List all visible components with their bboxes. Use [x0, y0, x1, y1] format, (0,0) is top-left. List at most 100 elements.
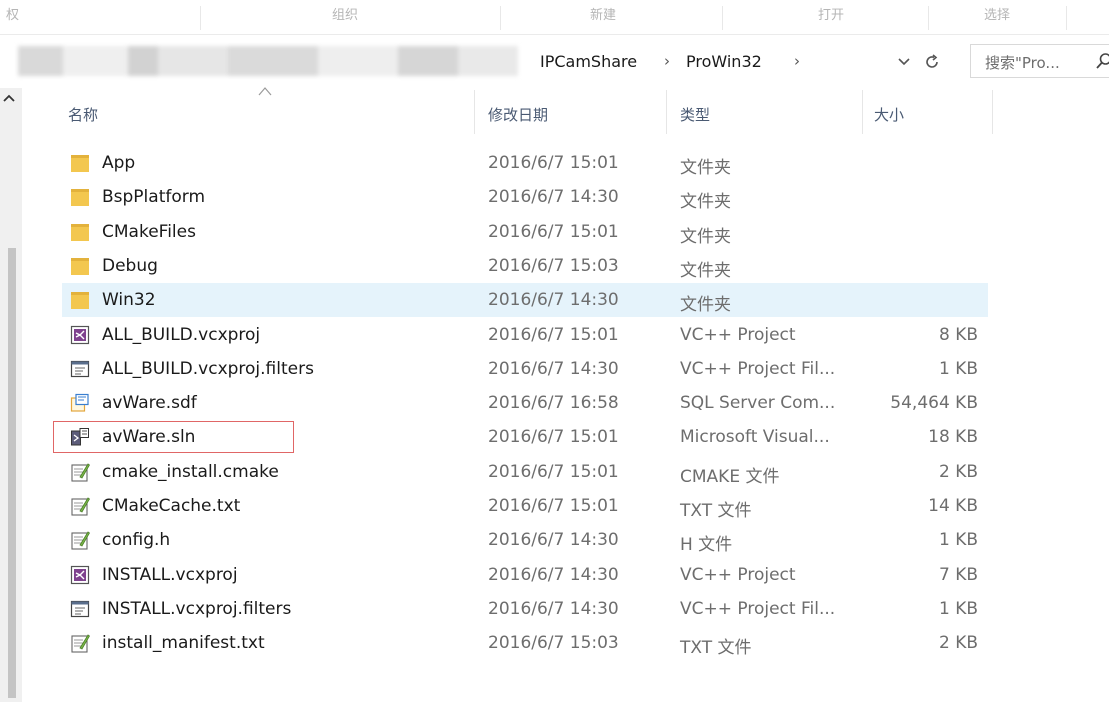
ribbon-divider — [722, 6, 723, 30]
file-name: Debug — [102, 256, 158, 276]
search-box[interactable]: 搜索"Pro... — [970, 44, 1109, 78]
vcxproj-icon — [70, 565, 90, 585]
column-divider[interactable] — [666, 90, 667, 134]
file-row[interactable]: avWare.sdf 2016/6/7 16:58 SQL Server Com..… — [62, 386, 988, 420]
folder-icon — [70, 153, 90, 173]
column-divider[interactable] — [474, 90, 475, 134]
file-date: 2016/6/7 15:01 — [488, 153, 619, 173]
breadcrumb-ipcamshare[interactable]: IPCamShare — [540, 52, 637, 71]
column-divider[interactable] — [992, 90, 993, 134]
file-name: ALL_BUILD.vcxproj.filters — [102, 359, 314, 379]
text-file-icon — [70, 496, 91, 516]
file-type: H 文件 — [680, 535, 733, 555]
text-file-icon — [70, 530, 91, 550]
ribbon-divider — [200, 6, 201, 30]
file-row[interactable]: CMakeCache.txt 2016/6/7 15:01 TXT 文件 14 KB — [62, 489, 988, 523]
column-divider[interactable] — [862, 90, 863, 134]
file-date: 2016/6/7 14:30 — [488, 290, 619, 310]
text-file-icon — [70, 633, 91, 653]
file-row[interactable]: ALL_BUILD.vcxproj 2016/6/7 15:01 VC++ Proj… — [62, 318, 988, 352]
sdf-icon — [70, 393, 90, 413]
sort-ascending-icon — [258, 87, 272, 96]
folder-icon — [70, 222, 90, 242]
file-name: App — [102, 153, 136, 173]
file-row[interactable]: App 2016/6/7 15:01 文件夹 — [62, 146, 988, 180]
file-type: 文件夹 — [680, 261, 731, 281]
file-row[interactable]: install_manifest.txt 2016/6/7 15:03 TXT 文件… — [62, 626, 988, 660]
file-name: CMakeFiles — [102, 222, 196, 242]
file-row[interactable]: BspPlatform 2016/6/7 14:30 文件夹 — [62, 180, 988, 214]
file-size: 14 KB — [928, 496, 978, 516]
folder-icon — [70, 256, 90, 276]
file-name: ALL_BUILD.vcxproj — [102, 325, 261, 345]
file-name: BspPlatform — [102, 187, 206, 207]
file-size: 1 KB — [938, 530, 978, 550]
file-date: 2016/6/7 14:30 — [488, 359, 619, 379]
file-row[interactable]: ALL_BUILD.vcxproj.filters 2016/6/7 14:30 V… — [62, 352, 988, 386]
file-type: VC++ Project — [680, 325, 796, 345]
ribbon-group-open[interactable]: 打开 — [818, 4, 844, 23]
file-size: 1 KB — [938, 599, 978, 619]
column-header-type[interactable]: 类型 — [680, 104, 710, 125]
filters-icon — [70, 359, 90, 379]
file-row[interactable]: config.h 2016/6/7 14:30 H 文件 1 KB — [62, 523, 988, 557]
file-name: Win32 — [102, 290, 156, 310]
file-name: CMakeCache.txt — [102, 496, 241, 516]
file-type: SQL Server Com... — [680, 393, 836, 413]
file-row[interactable]: Debug 2016/6/7 15:03 文件夹 — [62, 249, 988, 283]
file-type: CMAKE 文件 — [680, 467, 780, 487]
scrollbar-thumb[interactable] — [8, 248, 16, 698]
file-date: 2016/6/7 14:30 — [488, 187, 619, 207]
file-date: 2016/6/7 15:01 — [488, 427, 619, 447]
file-row[interactable]: CMakeFiles 2016/6/7 15:01 文件夹 — [62, 215, 988, 249]
file-row[interactable]: Win32 2016/6/7 14:30 文件夹 — [62, 283, 988, 317]
file-size: 1 KB — [938, 359, 978, 379]
search-placeholder[interactable]: 搜索"Pro... — [985, 52, 1060, 73]
ribbon-group-organize[interactable]: 组织 — [332, 4, 358, 23]
file-type: 文件夹 — [680, 158, 731, 178]
column-header-name[interactable]: 名称 — [68, 104, 98, 125]
ribbon-divider — [500, 6, 501, 30]
file-date: 2016/6/7 15:01 — [488, 222, 619, 242]
breadcrumb-chevron-icon[interactable]: › — [664, 52, 670, 70]
scroll-up-arrow-icon[interactable] — [3, 92, 15, 105]
ribbon-group-label[interactable]: 权 — [6, 4, 19, 23]
file-size: 2 KB — [938, 633, 978, 653]
selection-highlight-box — [53, 421, 294, 453]
column-header-size[interactable]: 大小 — [874, 104, 904, 125]
column-header-date[interactable]: 修改日期 — [488, 104, 548, 125]
file-date: 2016/6/7 14:30 — [488, 599, 619, 619]
nav-pane-scrollbar[interactable] — [0, 88, 22, 702]
address-history-dropdown-icon[interactable] — [892, 50, 916, 74]
file-size: 18 KB — [928, 427, 978, 447]
file-date: 2016/6/7 15:03 — [488, 633, 619, 653]
file-date: 2016/6/7 15:01 — [488, 496, 619, 516]
file-type: VC++ Project Fil... — [680, 599, 836, 619]
file-date: 2016/6/7 15:01 — [488, 325, 619, 345]
vcxproj-icon — [70, 325, 90, 345]
address-bar[interactable]: IPCamShare › ProWin32 › — [518, 44, 958, 78]
refresh-icon[interactable] — [920, 50, 944, 74]
file-size: 7 KB — [938, 565, 978, 585]
file-type: TXT 文件 — [680, 638, 752, 658]
file-row[interactable]: INSTALL.vcxproj 2016/6/7 14:30 VC++ Projec… — [62, 558, 988, 592]
search-icon[interactable] — [1095, 52, 1109, 74]
file-size: 54,464 KB — [890, 393, 978, 413]
file-size: 2 KB — [938, 462, 978, 482]
ribbon-group-select[interactable]: 选择 — [984, 4, 1010, 23]
file-name: avWare.sdf — [102, 393, 197, 413]
file-date: 2016/6/7 16:58 — [488, 393, 619, 413]
file-type: TXT 文件 — [680, 501, 752, 521]
breadcrumb-chevron-icon[interactable]: › — [794, 52, 800, 70]
text-file-icon — [70, 462, 91, 482]
file-name: config.h — [102, 530, 171, 550]
ribbon-group-new[interactable]: 新建 — [590, 4, 616, 23]
breadcrumb-prowin32[interactable]: ProWin32 — [686, 52, 762, 71]
filters-icon — [70, 599, 90, 619]
file-date: 2016/6/7 15:01 — [488, 462, 619, 482]
ribbon-divider — [928, 6, 929, 30]
file-row[interactable]: cmake_install.cmake 2016/6/7 15:01 CMAKE 文… — [62, 455, 988, 489]
ribbon-divider — [1066, 6, 1067, 30]
file-name: INSTALL.vcxproj.filters — [102, 599, 292, 619]
file-row[interactable]: INSTALL.vcxproj.filters 2016/6/7 14:30 VC+… — [62, 592, 988, 626]
